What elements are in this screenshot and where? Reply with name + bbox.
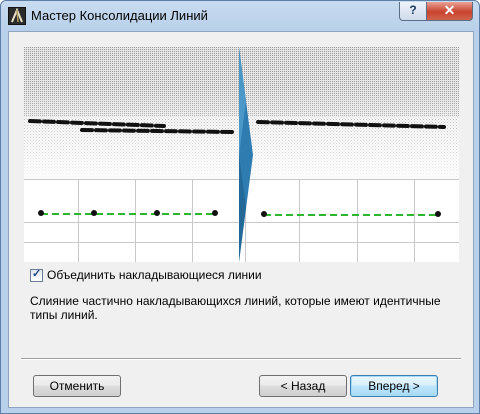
endpoint [91, 210, 97, 216]
close-icon: ✕ [443, 2, 456, 18]
app-icon [8, 7, 26, 25]
endpoint [212, 210, 218, 216]
endpoint [261, 211, 267, 217]
merge-overlapping-checkbox[interactable]: ✓ [30, 267, 43, 282]
separator [21, 358, 461, 360]
cancel-button[interactable]: Отменить [33, 375, 121, 397]
checkmark-icon: ✓ [32, 267, 42, 280]
window-title: Мастер Консолидации Линий [31, 8, 208, 23]
endpoint [38, 210, 44, 216]
merge-overlapping-option[interactable]: ✓ Объединить накладывающиеся линии [30, 267, 262, 283]
endpoint [154, 210, 160, 216]
close-button[interactable]: ✕ [426, 2, 473, 21]
help-button[interactable]: ? [399, 2, 427, 21]
illustration-preview [24, 47, 459, 262]
title-bar[interactable]: Мастер Консолидации Линий ? ✕ [1, 1, 479, 31]
description-text: Слияние частично накладывающихся линий, … [30, 294, 441, 322]
dialog-content: ✓ Объединить накладывающиеся линии Слиян… [8, 31, 474, 408]
help-icon: ? [409, 3, 417, 17]
dialog-window: Мастер Консолидации Линий ? ✕ ✓ Объедини… [0, 0, 480, 414]
endpoint [435, 211, 441, 217]
next-button[interactable]: Вперед > [350, 375, 438, 397]
back-button[interactable]: < Назад [259, 375, 347, 397]
overlapping-line-2 [80, 128, 234, 134]
merge-overlapping-label: Объединить накладывающиеся линии [47, 268, 262, 282]
